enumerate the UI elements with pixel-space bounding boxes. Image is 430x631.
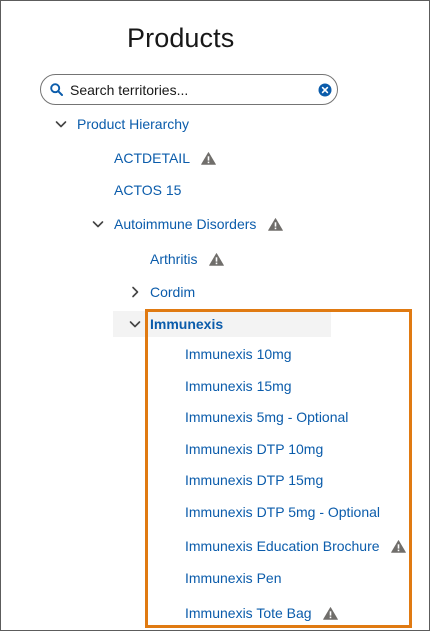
- tree-item-label: Immunexis 15mg: [185, 378, 292, 394]
- tree-item-label: Immunexis DTP 10mg: [185, 441, 324, 457]
- clear-icon[interactable]: [318, 83, 332, 97]
- chevron-right-icon[interactable]: [129, 286, 141, 298]
- tree-item-immunexis-education-brochure[interactable]: Immunexis Education Brochure: [185, 535, 407, 557]
- tree-item-actdetail[interactable]: ACTDETAIL: [114, 147, 217, 169]
- search-icon: [50, 83, 63, 96]
- warning-icon: [201, 152, 217, 165]
- tree-item-autoimmune-disorders[interactable]: Autoimmune Disorders: [114, 213, 284, 235]
- tree-item-immunexis-pen[interactable]: Immunexis Pen: [185, 567, 281, 589]
- tree-item-label: Immunexis Education Brochure: [185, 538, 380, 554]
- tree-item-label: ACTDETAIL: [114, 150, 190, 166]
- tree-item-label: Product Hierarchy: [77, 116, 190, 132]
- search-input[interactable]: [70, 78, 310, 101]
- page-title: Products: [127, 23, 235, 53]
- tree-item-label: Cordim: [150, 284, 196, 300]
- tree-item-label: Immunexis 10mg: [185, 346, 292, 362]
- panel: Products Product Hierarchy ACTDETAIL ACT…: [0, 0, 430, 631]
- tree-item-label: Immunexis Pen: [185, 570, 282, 586]
- tree-item-label: ACTOS 15: [114, 182, 182, 198]
- tree-item-label: Immunexis DTP 5mg - Optional: [185, 504, 381, 520]
- tree-item-immunexis[interactable]: Immunexis: [150, 313, 223, 335]
- chevron-down-icon[interactable]: [55, 118, 67, 130]
- tree-item-label: Arthritis: [150, 251, 198, 267]
- chevron-down-icon[interactable]: [92, 218, 104, 230]
- warning-icon: [268, 218, 284, 231]
- tree-item-immunexis-dtp-10mg[interactable]: Immunexis DTP 10mg: [185, 438, 323, 460]
- tree-item-label: Immunexis DTP 15mg: [185, 472, 324, 488]
- search-box[interactable]: [40, 74, 338, 105]
- tree-item-label: Immunexis Tote Bag: [185, 605, 312, 621]
- tree-item-immunexis-tote-bag[interactable]: Immunexis Tote Bag: [185, 602, 339, 624]
- tree-item-label: Autoimmune Disorders: [114, 216, 257, 232]
- tree-item-immunexis-dtp-15mg[interactable]: Immunexis DTP 15mg: [185, 469, 323, 491]
- warning-icon: [209, 253, 225, 266]
- warning-icon: [391, 540, 407, 553]
- tree-item-cordim[interactable]: Cordim: [150, 281, 195, 303]
- warning-icon: [323, 607, 339, 620]
- tree-item-label: Immunexis: [150, 316, 224, 332]
- chevron-down-icon[interactable]: [129, 318, 141, 330]
- tree-item-immunexis-dtp-5mg-optional[interactable]: Immunexis DTP 5mg - Optional: [185, 501, 380, 523]
- tree-item-product-hierarchy[interactable]: Product Hierarchy: [77, 113, 189, 135]
- tree-item-actos-15[interactable]: ACTOS 15: [114, 179, 181, 201]
- tree-item-immunexis-5mg-optional[interactable]: Immunexis 5mg - Optional: [185, 406, 348, 428]
- tree-item-immunexis-15mg[interactable]: Immunexis 15mg: [185, 375, 292, 397]
- tree-item-arthritis[interactable]: Arthritis: [150, 248, 225, 270]
- tree-item-label: Immunexis 5mg - Optional: [185, 409, 349, 425]
- tree-item-immunexis-10mg[interactable]: Immunexis 10mg: [185, 343, 292, 365]
